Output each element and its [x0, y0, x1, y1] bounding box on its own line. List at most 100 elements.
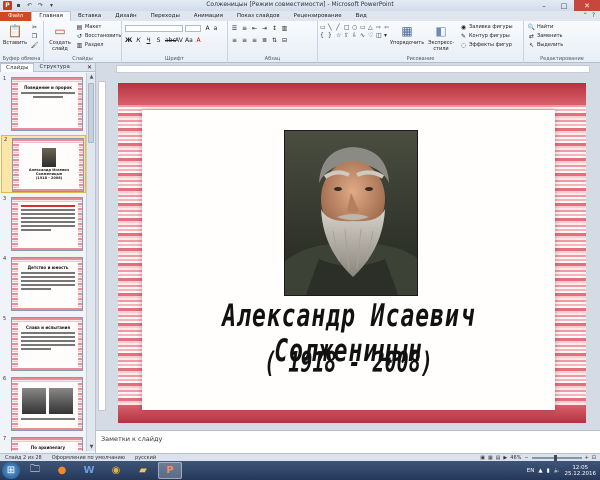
- font-color-icon[interactable]: A: [195, 37, 202, 44]
- scroll-down-icon[interactable]: ▼: [87, 443, 96, 451]
- tray-arrow-icon[interactable]: ▲: [538, 468, 542, 474]
- shape-line-icon[interactable]: ╲: [328, 24, 335, 31]
- shadow-icon[interactable]: S: [155, 37, 162, 44]
- start-button[interactable]: ⊞: [2, 462, 20, 479]
- slide-thumbnail[interactable]: 6: [1, 375, 86, 433]
- scrollbar-thumb[interactable]: [88, 83, 94, 143]
- taskbar-chrome[interactable]: ◉: [104, 462, 128, 479]
- zoom-slider-knob[interactable]: [553, 454, 557, 461]
- shape-arrow-icon[interactable]: ⇧: [344, 32, 351, 39]
- tab-outline-pane[interactable]: Структура: [34, 63, 74, 71]
- slide-thumbnail[interactable]: 7 По архипелагу: [1, 435, 86, 451]
- copy-button[interactable]: ❐: [31, 33, 38, 40]
- slide-subtitle-years[interactable]: ( 1918 - 2008): [142, 345, 555, 379]
- tab-transitions[interactable]: Переходы: [144, 12, 187, 21]
- portrait-photo[interactable]: [284, 130, 418, 296]
- close-pane-icon[interactable]: ✕: [87, 64, 92, 71]
- case-icon[interactable]: Aa: [185, 37, 193, 44]
- tab-insert[interactable]: Вставка: [71, 12, 108, 21]
- find-button[interactable]: 🔍 Найти: [528, 24, 553, 31]
- new-slide-button[interactable]: ▭ Создать слайд: [46, 23, 74, 52]
- arrange-button[interactable]: ▦ Упорядочить: [390, 23, 424, 46]
- shape-arrow-icon[interactable]: ⇩: [352, 32, 359, 39]
- reset-button[interactable]: ↺ Восстановить: [76, 33, 121, 40]
- align-right-icon[interactable]: ≡: [251, 37, 258, 44]
- taskbar-firefox[interactable]: ●: [50, 462, 74, 479]
- minimize-button[interactable]: –: [534, 0, 554, 11]
- shape-triangle-icon[interactable]: △: [368, 24, 375, 31]
- shape-curve-icon[interactable]: ∿: [360, 32, 367, 39]
- shrink-font-button[interactable]: a: [212, 25, 219, 32]
- keyboard-language[interactable]: EN: [527, 468, 535, 474]
- network-icon[interactable]: ▮: [547, 468, 550, 474]
- tab-home[interactable]: Главная: [31, 11, 71, 21]
- shape-oval-icon[interactable]: ○: [352, 24, 359, 31]
- shape-rect-icon[interactable]: ▭: [360, 24, 367, 31]
- slideshow-view-icon[interactable]: ▶: [503, 455, 507, 461]
- layout-button[interactable]: ▤ Макет: [76, 24, 102, 31]
- select-button[interactable]: ↖ Выделить: [528, 42, 563, 49]
- spacing-icon[interactable]: AV: [175, 37, 183, 44]
- align-left-icon[interactable]: ≡: [231, 37, 238, 44]
- notes-pane[interactable]: Заметки к слайду: [96, 430, 600, 453]
- notes-placeholder[interactable]: Заметки к слайду: [101, 435, 162, 443]
- format-painter-button[interactable]: 🖌: [31, 42, 39, 49]
- font-size-box[interactable]: [185, 25, 201, 32]
- shape-line-icon[interactable]: ╱: [336, 24, 343, 31]
- font-name-box[interactable]: [125, 25, 183, 32]
- justify-icon[interactable]: ≣: [261, 37, 268, 44]
- align-text-icon[interactable]: ⊟: [281, 37, 288, 44]
- columns-icon[interactable]: ▥: [281, 25, 288, 32]
- bold-icon[interactable]: Ж: [125, 37, 132, 44]
- shape-arrow-icon[interactable]: ⇨: [376, 24, 383, 31]
- align-center-icon[interactable]: ≡: [241, 37, 248, 44]
- slide-thumbnail[interactable]: 3: [1, 195, 86, 253]
- zoom-level[interactable]: 46%: [510, 455, 521, 461]
- section-button[interactable]: ▥ Раздел: [76, 42, 104, 49]
- taskbar-explorer[interactable]: 🗀: [23, 462, 47, 479]
- slide-thumbnail[interactable]: 5 Слава и испытания: [1, 315, 86, 373]
- bullets-icon[interactable]: ☰: [231, 25, 238, 32]
- strikethrough-icon[interactable]: abc: [165, 37, 176, 44]
- taskbar-powerpoint[interactable]: P: [158, 462, 182, 479]
- shapes-gallery[interactable]: ▭ ╲ ╱ □ ○ ▭ △ ⇨ ⇦ {} ☆ ⇧ ⇩ ∿ ♡ ◫ ▾: [320, 24, 391, 39]
- replace-button[interactable]: ⇄ Заменить: [528, 33, 563, 40]
- shape-brace-icon[interactable]: {: [320, 32, 327, 39]
- fit-slide-icon[interactable]: ⊡: [592, 455, 596, 461]
- shape-brace-icon[interactable]: }: [328, 32, 335, 39]
- normal-view-icon[interactable]: ▣: [480, 455, 485, 461]
- shape-outline-button[interactable]: ✎ Контур фигуры: [460, 33, 510, 40]
- zoom-in-icon[interactable]: +: [585, 455, 589, 461]
- taskbar-word[interactable]: W: [77, 462, 101, 479]
- shape-effects-button[interactable]: ◌ Эффекты фигур: [460, 42, 512, 49]
- tab-design[interactable]: Дизайн: [108, 12, 143, 21]
- zoom-slider[interactable]: [531, 454, 582, 461]
- slide-thumbnail[interactable]: 1 Поведение и пророк: [1, 75, 86, 133]
- text-direction-icon[interactable]: ⇅: [271, 37, 278, 44]
- help-icon[interactable]: ?: [592, 12, 595, 19]
- clock[interactable]: 12:05 25.12.2016: [565, 465, 597, 477]
- cut-button[interactable]: ✂: [31, 24, 38, 31]
- paste-button[interactable]: 📋 Вставить: [1, 23, 29, 46]
- shape-star-icon[interactable]: ☆: [336, 32, 343, 39]
- quick-styles-button[interactable]: ◧ Экспресс-стили: [424, 23, 458, 52]
- maximize-button[interactable]: □: [554, 0, 574, 11]
- shape-fill-button[interactable]: ◉ Заливка фигуры: [460, 24, 513, 31]
- decrease-indent-icon[interactable]: ⇤: [251, 25, 258, 32]
- tab-slide-show[interactable]: Показ слайдов: [230, 12, 287, 21]
- taskbar-folder[interactable]: ▰: [131, 462, 155, 479]
- italic-icon[interactable]: К: [135, 37, 142, 44]
- vertical-ruler[interactable]: [98, 81, 106, 411]
- volume-icon[interactable]: 🔈: [554, 468, 561, 474]
- numbering-icon[interactable]: ≡: [241, 25, 248, 32]
- slide-thumbnail-selected[interactable]: 2 Александр Исаевич Солженицын (1918 - 2…: [1, 135, 86, 193]
- tab-file[interactable]: Файл: [0, 12, 32, 21]
- slide-sorter-icon[interactable]: ▦: [488, 455, 493, 461]
- reading-view-icon[interactable]: ▤: [496, 455, 501, 461]
- zoom-out-icon[interactable]: −: [524, 455, 528, 461]
- close-button[interactable]: ✕: [574, 0, 600, 11]
- shape-heart-icon[interactable]: ♡: [368, 32, 375, 39]
- grow-font-button[interactable]: A: [204, 25, 211, 32]
- ribbon-collapse-icon[interactable]: ⌃: [583, 12, 588, 19]
- shape-rect-icon[interactable]: □: [344, 24, 351, 31]
